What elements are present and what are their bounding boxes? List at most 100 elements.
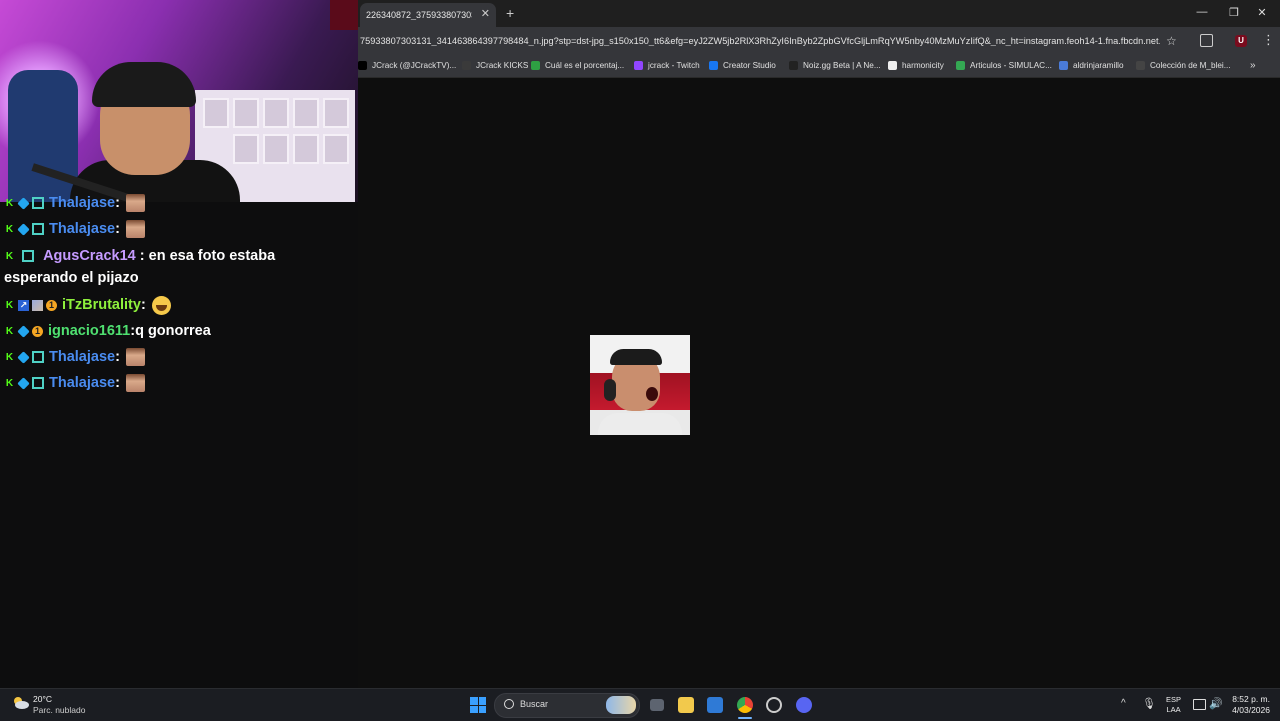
language-indicator[interactable]: ESP LAA [1166,695,1181,715]
kick-badge-icon: K [5,325,14,337]
x-icon [358,61,367,70]
face-emote-icon [125,374,145,392]
search-placeholder: Buscar [520,699,549,709]
close-tab-icon[interactable]: ✕ [481,7,490,20]
mail-icon[interactable] [707,697,723,713]
harmonicity-icon [888,61,897,70]
grid-badge-icon [32,351,44,363]
chat-message: K ↗ 1 iTzBrutality : [4,292,304,318]
new-tab-icon[interactable]: + [506,5,514,21]
chat-message: K Thalajase : [4,190,304,216]
chat-username[interactable]: Thalajase [49,375,115,391]
kick-badge-icon: K [5,250,14,262]
language-code: ESP [1166,695,1182,704]
image-viewer [358,78,1280,688]
task-view-icon[interactable] [650,699,664,711]
more-bookmarks-icon[interactable]: » [1250,60,1256,71]
chat-separator: : [115,375,120,391]
url-field[interactable]: 75933807303131_341463864397798484_n.jpg?… [360,36,1160,46]
tab-title: 226340872_375933807303131... [366,10,472,20]
partly-cloudy-icon[interactable] [12,696,29,709]
kick-badge-icon: K [5,197,14,209]
show-hidden-icons-icon[interactable]: ^ [1121,698,1126,709]
streamer-cap [92,62,196,107]
volume-icon[interactable]: 🔊 [1209,697,1223,710]
sync-app-icon[interactable] [766,697,782,713]
face-emote-icon [125,220,145,238]
bookmark-item[interactable]: Articulos - SIMULAC... [956,61,1052,70]
image-badge-icon [32,299,43,311]
chat-username[interactable]: ignacio1611 [48,323,130,339]
chat-text: q gonorrea [135,323,211,339]
webcam-feed [0,0,358,202]
extensions-icon[interactable] [1200,34,1213,47]
cube-badge-icon [17,196,30,210]
restore-icon[interactable]: ❐ [1226,6,1242,19]
bookmark-item[interactable]: Noiz.gg Beta | A Ne... [789,61,881,70]
close-window-icon[interactable]: ✕ [1254,6,1270,19]
profile-image[interactable] [590,335,690,435]
arrow-badge-icon: ↗ [18,299,29,311]
chrome-icon[interactable] [737,697,753,713]
search-icon [504,699,514,709]
active-app-indicator [738,717,752,719]
bookmark-item[interactable]: JCrack (@JCrackTV)... [358,61,456,70]
bookmark-item[interactable]: harmonicity [888,61,944,70]
chat-message: K AgusCrack14 : en esa foto estaba esper… [4,242,304,292]
number-badge-icon: 1 [46,299,57,311]
bookmark-label: harmonicity [902,61,944,70]
active-tab[interactable]: 226340872_375933807303131... ✕ [360,3,496,27]
chat-separator: : [115,221,120,237]
bookmark-item[interactable]: jcrack - Twitch [634,61,700,70]
grid-badge-icon [32,377,44,389]
clock-time: 8:52 p. m. [1232,694,1270,704]
search-highlight-icon [606,696,636,714]
bookmark-label: JCrack KICKS [476,61,529,70]
chat-message: K Thalajase : [4,216,304,242]
number-badge-icon: 1 [32,325,43,337]
more-menu-icon[interactable]: ⋮ [1262,32,1275,48]
weather-description[interactable]: Parc. nublado [33,705,85,715]
network-icon[interactable] [1193,699,1206,710]
chat-username[interactable]: AgusCrack14 [43,248,136,264]
bookmark-item[interactable]: aldrinjaramillo [1059,61,1124,70]
minimize-icon[interactable]: — [1194,6,1210,18]
chat-username[interactable]: iTzBrutality [62,297,141,313]
taskbar-search[interactable]: Buscar [494,693,640,718]
bookmark-item[interactable]: Creator Studio [709,61,776,70]
chat-username[interactable]: Thalajase [49,349,115,365]
grid-badge-icon [32,223,44,235]
bookmark-label: jcrack - Twitch [648,61,700,70]
cube-badge-icon [17,324,30,338]
stream-chat: K Thalajase : K Thalajase : K AgusCrack1… [4,190,304,396]
microphone-icon[interactable]: 🎙 [1142,697,1156,710]
chat-separator: : [115,195,120,211]
face-emote-icon [125,194,145,212]
noiz-icon [789,61,798,70]
bookmark-item[interactable]: Cuál es el porcentaj... [531,61,624,70]
chat-username[interactable]: Thalajase [49,221,115,237]
windows-start-icon[interactable] [470,697,486,713]
file-explorer-icon[interactable] [678,697,694,713]
j-icon [462,61,471,70]
face-emote-icon [125,348,145,366]
bookmark-label: Colección de M_blei... [1150,61,1231,70]
bookmark-item[interactable]: JCrack KICKS [462,61,528,70]
weather-temperature[interactable]: 20°C [33,694,52,704]
chat-message: K Thalajase : [4,370,304,396]
chat-separator: : [135,248,145,264]
system-clock[interactable]: 8:52 p. m. 4/03/2026 [1226,694,1270,716]
bookmark-star-icon[interactable]: ☆ [1166,34,1177,48]
bookmark-item[interactable]: Colección de M_blei... [1136,61,1231,70]
profile-icon[interactable]: U [1235,35,1247,47]
kick-badge-icon: K [5,377,14,389]
chat-message: K Thalajase : [4,344,304,370]
bookmark-label: Creator Studio [723,61,776,70]
image-shirt [598,413,682,435]
wall-logo [330,0,358,30]
d-icon [531,61,540,70]
discord-icon[interactable] [796,697,812,713]
chat-username[interactable]: Thalajase [49,195,115,211]
tab-bar: 226340872_375933807303131... ✕ + — ❐ ✕ [358,0,1280,27]
bookmarks-bar: JCrack (@JCrackTV)... JCrack KICKS Cuál es… [358,57,1280,78]
